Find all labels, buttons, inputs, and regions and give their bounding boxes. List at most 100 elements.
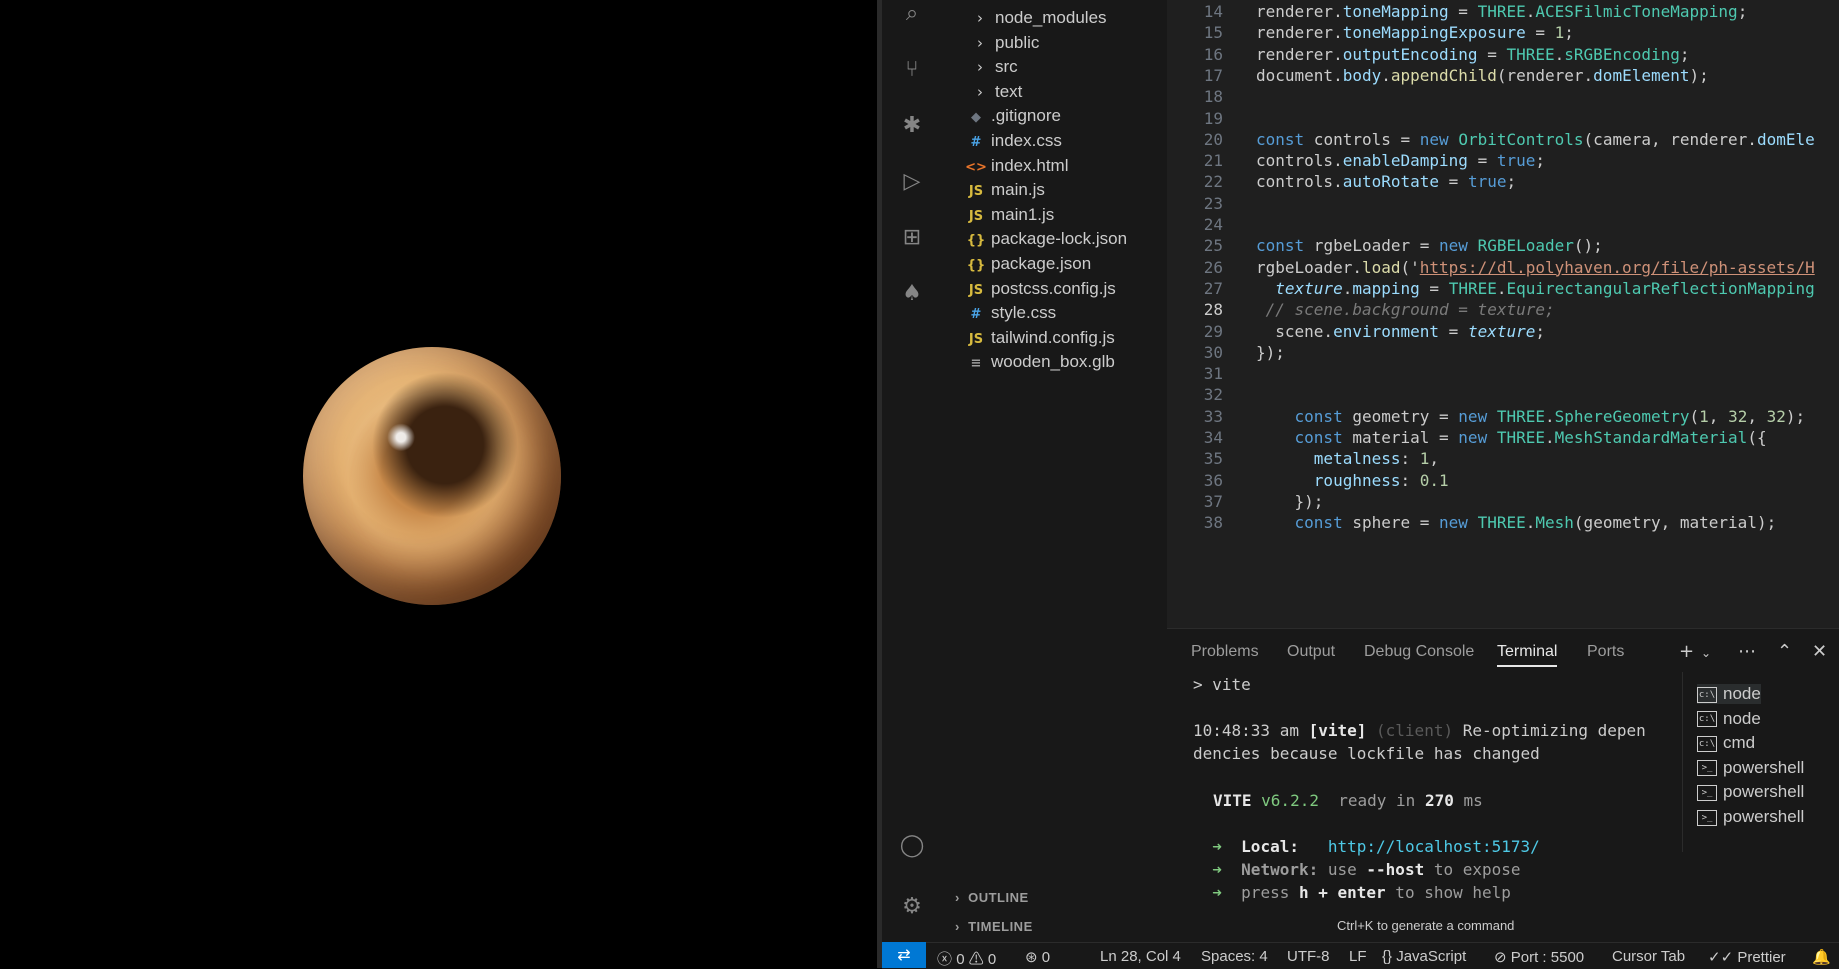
code-line[interactable]: const sphere = new THREE.Mesh(geometry, …: [1256, 513, 1777, 532]
code-line[interactable]: const geometry = new THREE.SphereGeometr…: [1256, 407, 1806, 426]
code-line[interactable]: // scene.background = texture;: [1256, 300, 1555, 319]
code-line[interactable]: renderer.toneMapping = THREE.ACESFilmicT…: [1256, 2, 1747, 21]
line-number: 34: [1203, 428, 1223, 447]
debug-icon[interactable]: ✱: [898, 112, 926, 140]
notifications-bell-icon[interactable]: 🔔: [1812, 948, 1831, 966]
line-number: 18: [1203, 87, 1223, 107]
timeline-section[interactable]: › TIMELINE: [955, 919, 1033, 934]
explorer-item-text[interactable]: › text: [969, 79, 1022, 105]
explorer-item-label: public: [995, 32, 1040, 52]
explorer-sidebar: › node_modules › public › src › text ◆ .gitignore…: [943, 0, 1167, 942]
file-icon: ≡: [970, 356, 982, 372]
account-icon[interactable]: ◯: [898, 832, 926, 860]
line-number: 25: [1203, 236, 1223, 256]
terminal-instance-cmd[interactable]: c:\ cmd: [1697, 733, 1755, 753]
explorer-item-label: index.html: [991, 155, 1069, 175]
line-number: 35: [1203, 449, 1223, 469]
indentation-status[interactable]: Spaces: 4: [1201, 948, 1268, 965]
tab-problems[interactable]: Problems: [1191, 643, 1259, 661]
search-icon[interactable]: ⌕: [898, 0, 926, 28]
generate-command-hint: Ctrl+K to generate a command: [1337, 918, 1515, 933]
tab-debug-console[interactable]: Debug Console: [1364, 643, 1474, 661]
encoding-status[interactable]: UTF-8: [1287, 948, 1330, 965]
extensions-icon[interactable]: ⊞: [898, 224, 926, 252]
terminal-instance-node[interactable]: c:\ node: [1697, 709, 1761, 729]
new-terminal-plus-icon[interactable]: +: [1679, 641, 1694, 662]
explorer-item-package-lock-json[interactable]: {} package-lock.json: [965, 226, 1127, 252]
live-server-port[interactable]: ⊘ Port : 5500: [1494, 948, 1584, 966]
ports-status[interactable]: ⊛ 0: [1025, 948, 1050, 966]
code-line[interactable]: metalness: 1,: [1256, 449, 1439, 468]
chevron-right-icon: ›: [977, 58, 983, 77]
cursor-position[interactable]: Ln 28, Col 4: [1100, 948, 1181, 965]
line-number: 26: [1203, 257, 1223, 277]
close-panel-icon[interactable]: ✕: [1812, 641, 1827, 662]
outline-section[interactable]: › OUTLINE: [955, 890, 1029, 905]
terminal-line-reoptimize: 10:48:33 am [vite] (client) Re-optimizin…: [1193, 721, 1646, 740]
code-line[interactable]: controls.enableDamping = true;: [1256, 151, 1545, 170]
explorer-item-index-html[interactable]: <> index.html: [965, 153, 1068, 179]
terminal-instance-powershell[interactable]: >_ powershell: [1697, 758, 1804, 778]
tab-output[interactable]: Output: [1287, 643, 1335, 661]
tab-ports[interactable]: Ports: [1587, 643, 1624, 661]
terminal-instance-label: powershell: [1723, 757, 1805, 777]
code-line[interactable]: controls.autoRotate = true;: [1256, 172, 1516, 191]
code-line[interactable]: });: [1256, 343, 1285, 362]
double-check-icon: ✓✓: [1708, 949, 1734, 966]
activity-bar: ⌕ ⑂ ✱ ▷ ⊞ ♠ ◯ ⚙: [882, 0, 943, 942]
explorer-item-wooden-box-glb[interactable]: ≡ wooden_box.glb: [965, 349, 1115, 375]
tab-terminal[interactable]: Terminal: [1497, 643, 1558, 667]
error-icon: ⓧ: [937, 951, 953, 968]
explorer-item--gitignore[interactable]: ◆ .gitignore: [965, 103, 1061, 129]
maximize-panel-icon[interactable]: ⌃: [1777, 641, 1792, 662]
prettier-status[interactable]: ✓✓ Prettier: [1708, 948, 1786, 966]
source-control-icon[interactable]: ⑂: [898, 56, 926, 84]
explorer-item-label: package-lock.json: [991, 229, 1128, 249]
cursor-tab-status[interactable]: Cursor Tab: [1612, 948, 1685, 965]
run-debug-icon[interactable]: ▷: [898, 168, 926, 196]
terminal-instance-powershell[interactable]: >_ powershell: [1697, 782, 1804, 802]
chevron-down-icon[interactable]: ⌄: [1701, 646, 1711, 660]
explorer-item-main1-js[interactable]: JS main1.js: [965, 202, 1054, 228]
terminal-instance-node[interactable]: c:\ node: [1697, 684, 1761, 704]
terminal-instance-powershell[interactable]: >_ powershell: [1697, 807, 1804, 827]
explorer-item-main-js[interactable]: JS main.js: [965, 177, 1045, 203]
terminal-instance-list: c:\ node c:\ node c:\ cmd >_ powershell >_ powers…: [1682, 672, 1839, 852]
render-viewport[interactable]: [0, 0, 877, 968]
code-line[interactable]: document.body.appendChild(renderer.domEl…: [1256, 66, 1709, 85]
local-url-link[interactable]: http://localhost:5173/: [1328, 837, 1540, 856]
code-line[interactable]: renderer.outputEncoding = THREE.sRGBEnco…: [1256, 45, 1690, 64]
explorer-item-public[interactable]: › public: [969, 30, 1039, 56]
code-line[interactable]: const rgbeLoader = new RGBELoader();: [1256, 236, 1603, 255]
explorer-item-postcss-config-js[interactable]: JS postcss.config.js: [965, 276, 1116, 302]
console-icon: c:\: [1697, 686, 1717, 703]
explorer-item-label: text: [995, 81, 1023, 101]
code-line[interactable]: const controls = new OrbitControls(camer…: [1256, 130, 1815, 149]
eol-status[interactable]: LF: [1349, 948, 1367, 965]
code-line[interactable]: renderer.toneMappingExposure = 1;: [1256, 23, 1574, 42]
language-mode[interactable]: {} JavaScript: [1382, 948, 1466, 965]
console-icon: c:\: [1697, 735, 1717, 752]
code-line[interactable]: const material = new THREE.MeshStandardM…: [1256, 428, 1767, 447]
line-number: 33: [1203, 406, 1223, 426]
code-line[interactable]: scene.environment = texture;: [1256, 322, 1545, 341]
code-line[interactable]: texture.mapping = THREE.EquirectangularR…: [1256, 279, 1814, 298]
more-actions-icon[interactable]: ⋯: [1738, 641, 1756, 662]
line-number: 37: [1203, 491, 1223, 511]
code-line[interactable]: rgbeLoader.load('https://dl.polyhaven.or…: [1256, 258, 1815, 277]
explorer-item-style-css[interactable]: # style.css: [965, 300, 1057, 326]
explorer-item-node-modules[interactable]: › node_modules: [969, 5, 1107, 31]
remote-indicator-icon[interactable]: ⇄: [882, 942, 926, 968]
code-line[interactable]: });: [1256, 492, 1324, 511]
explorer-item-tailwind-config-js[interactable]: JS tailwind.config.js: [965, 325, 1115, 351]
code-editor[interactable]: 14 renderer.toneMapping = THREE.ACESFilmi…: [1167, 0, 1839, 628]
problems-status[interactable]: ⓧ 0 ⚠ 0: [937, 948, 996, 969]
settings-gear-icon[interactable]: ⚙: [898, 893, 926, 921]
line-number: 22: [1203, 172, 1223, 192]
explorer-item-src[interactable]: › src: [969, 54, 1018, 80]
leaf-icon[interactable]: ♠: [898, 280, 926, 308]
code-line[interactable]: roughness: 0.1: [1256, 471, 1449, 490]
explorer-item-index-css[interactable]: # index.css: [965, 128, 1062, 154]
explorer-item-package-json[interactable]: {} package.json: [965, 251, 1091, 277]
powershell-icon: >_: [1697, 784, 1717, 801]
